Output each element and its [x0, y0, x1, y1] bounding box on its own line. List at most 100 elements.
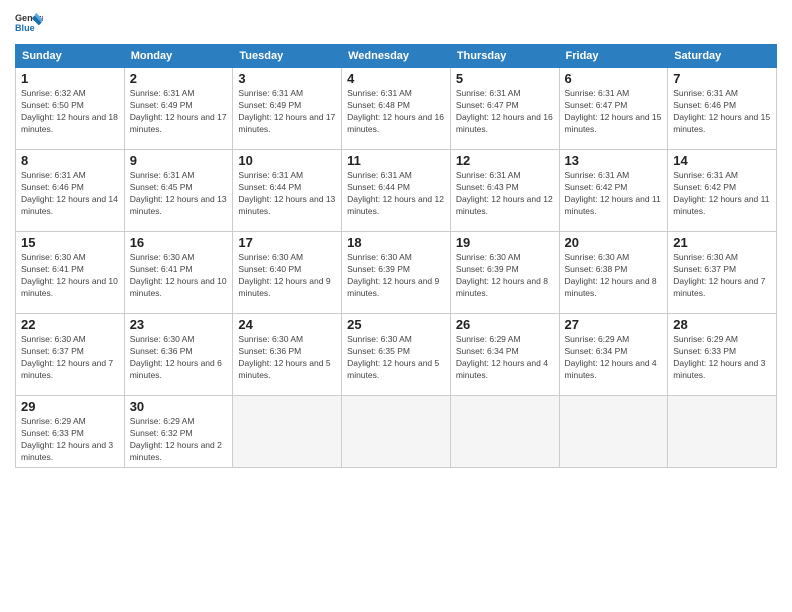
day-detail: Sunrise: 6:31 AM Sunset: 6:47 PM Dayligh…: [565, 88, 663, 136]
day-number: 6: [565, 71, 663, 86]
day-cell: [450, 396, 559, 468]
day-detail: Sunrise: 6:31 AM Sunset: 6:44 PM Dayligh…: [238, 170, 336, 218]
day-cell: 11 Sunrise: 6:31 AM Sunset: 6:44 PM Dayl…: [342, 150, 451, 232]
day-number: 17: [238, 235, 336, 250]
day-number: 12: [456, 153, 554, 168]
day-detail: Sunrise: 6:29 AM Sunset: 6:33 PM Dayligh…: [673, 334, 771, 382]
day-detail: Sunrise: 6:30 AM Sunset: 6:39 PM Dayligh…: [456, 252, 554, 300]
day-cell: 20 Sunrise: 6:30 AM Sunset: 6:38 PM Dayl…: [559, 232, 668, 314]
day-cell: 5 Sunrise: 6:31 AM Sunset: 6:47 PM Dayli…: [450, 68, 559, 150]
day-detail: Sunrise: 6:30 AM Sunset: 6:35 PM Dayligh…: [347, 334, 445, 382]
day-number: 19: [456, 235, 554, 250]
day-cell: [342, 396, 451, 468]
calendar-table: SundayMondayTuesdayWednesdayThursdayFrid…: [15, 44, 777, 468]
day-cell: [668, 396, 777, 468]
day-number: 28: [673, 317, 771, 332]
day-detail: Sunrise: 6:30 AM Sunset: 6:40 PM Dayligh…: [238, 252, 336, 300]
day-number: 13: [565, 153, 663, 168]
day-detail: Sunrise: 6:30 AM Sunset: 6:36 PM Dayligh…: [238, 334, 336, 382]
day-cell: 13 Sunrise: 6:31 AM Sunset: 6:42 PM Dayl…: [559, 150, 668, 232]
day-number: 22: [21, 317, 119, 332]
col-header-sunday: Sunday: [16, 45, 125, 68]
day-number: 30: [130, 399, 228, 414]
day-detail: Sunrise: 6:31 AM Sunset: 6:47 PM Dayligh…: [456, 88, 554, 136]
day-detail: Sunrise: 6:31 AM Sunset: 6:45 PM Dayligh…: [130, 170, 228, 218]
day-detail: Sunrise: 6:29 AM Sunset: 6:32 PM Dayligh…: [130, 416, 228, 464]
day-cell: 3 Sunrise: 6:31 AM Sunset: 6:49 PM Dayli…: [233, 68, 342, 150]
day-number: 2: [130, 71, 228, 86]
day-detail: Sunrise: 6:30 AM Sunset: 6:41 PM Dayligh…: [130, 252, 228, 300]
svg-text:Blue: Blue: [15, 23, 35, 33]
day-number: 24: [238, 317, 336, 332]
day-detail: Sunrise: 6:31 AM Sunset: 6:49 PM Dayligh…: [130, 88, 228, 136]
day-number: 3: [238, 71, 336, 86]
day-detail: Sunrise: 6:30 AM Sunset: 6:37 PM Dayligh…: [673, 252, 771, 300]
day-cell: 26 Sunrise: 6:29 AM Sunset: 6:34 PM Dayl…: [450, 314, 559, 396]
logo-icon: General Blue: [15, 10, 43, 38]
week-row-1: 1 Sunrise: 6:32 AM Sunset: 6:50 PM Dayli…: [16, 68, 777, 150]
week-row-5: 29 Sunrise: 6:29 AM Sunset: 6:33 PM Dayl…: [16, 396, 777, 468]
day-number: 16: [130, 235, 228, 250]
day-cell: 18 Sunrise: 6:30 AM Sunset: 6:39 PM Dayl…: [342, 232, 451, 314]
page: General Blue SundayMondayTuesdayWednesda…: [0, 0, 792, 612]
day-number: 29: [21, 399, 119, 414]
day-cell: 4 Sunrise: 6:31 AM Sunset: 6:48 PM Dayli…: [342, 68, 451, 150]
day-cell: 10 Sunrise: 6:31 AM Sunset: 6:44 PM Dayl…: [233, 150, 342, 232]
day-detail: Sunrise: 6:32 AM Sunset: 6:50 PM Dayligh…: [21, 88, 119, 136]
week-row-3: 15 Sunrise: 6:30 AM Sunset: 6:41 PM Dayl…: [16, 232, 777, 314]
day-number: 14: [673, 153, 771, 168]
day-cell: 14 Sunrise: 6:31 AM Sunset: 6:42 PM Dayl…: [668, 150, 777, 232]
day-detail: Sunrise: 6:31 AM Sunset: 6:46 PM Dayligh…: [673, 88, 771, 136]
day-number: 21: [673, 235, 771, 250]
day-cell: 28 Sunrise: 6:29 AM Sunset: 6:33 PM Dayl…: [668, 314, 777, 396]
col-header-wednesday: Wednesday: [342, 45, 451, 68]
day-number: 25: [347, 317, 445, 332]
day-detail: Sunrise: 6:31 AM Sunset: 6:48 PM Dayligh…: [347, 88, 445, 136]
day-number: 9: [130, 153, 228, 168]
col-header-saturday: Saturday: [668, 45, 777, 68]
week-row-4: 22 Sunrise: 6:30 AM Sunset: 6:37 PM Dayl…: [16, 314, 777, 396]
day-number: 20: [565, 235, 663, 250]
col-header-tuesday: Tuesday: [233, 45, 342, 68]
day-number: 18: [347, 235, 445, 250]
day-number: 4: [347, 71, 445, 86]
day-cell: 12 Sunrise: 6:31 AM Sunset: 6:43 PM Dayl…: [450, 150, 559, 232]
day-cell: 6 Sunrise: 6:31 AM Sunset: 6:47 PM Dayli…: [559, 68, 668, 150]
day-number: 15: [21, 235, 119, 250]
day-detail: Sunrise: 6:30 AM Sunset: 6:36 PM Dayligh…: [130, 334, 228, 382]
day-cell: 25 Sunrise: 6:30 AM Sunset: 6:35 PM Dayl…: [342, 314, 451, 396]
day-cell: [233, 396, 342, 468]
col-header-thursday: Thursday: [450, 45, 559, 68]
day-cell: 21 Sunrise: 6:30 AM Sunset: 6:37 PM Dayl…: [668, 232, 777, 314]
day-cell: 24 Sunrise: 6:30 AM Sunset: 6:36 PM Dayl…: [233, 314, 342, 396]
day-cell: 17 Sunrise: 6:30 AM Sunset: 6:40 PM Dayl…: [233, 232, 342, 314]
day-cell: 27 Sunrise: 6:29 AM Sunset: 6:34 PM Dayl…: [559, 314, 668, 396]
day-number: 23: [130, 317, 228, 332]
day-number: 8: [21, 153, 119, 168]
day-cell: 22 Sunrise: 6:30 AM Sunset: 6:37 PM Dayl…: [16, 314, 125, 396]
day-cell: 16 Sunrise: 6:30 AM Sunset: 6:41 PM Dayl…: [124, 232, 233, 314]
day-detail: Sunrise: 6:31 AM Sunset: 6:49 PM Dayligh…: [238, 88, 336, 136]
day-cell: 19 Sunrise: 6:30 AM Sunset: 6:39 PM Dayl…: [450, 232, 559, 314]
day-number: 1: [21, 71, 119, 86]
day-detail: Sunrise: 6:31 AM Sunset: 6:42 PM Dayligh…: [673, 170, 771, 218]
day-detail: Sunrise: 6:30 AM Sunset: 6:39 PM Dayligh…: [347, 252, 445, 300]
day-detail: Sunrise: 6:30 AM Sunset: 6:37 PM Dayligh…: [21, 334, 119, 382]
day-detail: Sunrise: 6:31 AM Sunset: 6:42 PM Dayligh…: [565, 170, 663, 218]
day-detail: Sunrise: 6:29 AM Sunset: 6:33 PM Dayligh…: [21, 416, 119, 464]
day-cell: 7 Sunrise: 6:31 AM Sunset: 6:46 PM Dayli…: [668, 68, 777, 150]
day-number: 27: [565, 317, 663, 332]
day-number: 10: [238, 153, 336, 168]
day-cell: 29 Sunrise: 6:29 AM Sunset: 6:33 PM Dayl…: [16, 396, 125, 468]
day-detail: Sunrise: 6:31 AM Sunset: 6:44 PM Dayligh…: [347, 170, 445, 218]
header: General Blue: [15, 10, 777, 38]
day-cell: 8 Sunrise: 6:31 AM Sunset: 6:46 PM Dayli…: [16, 150, 125, 232]
day-detail: Sunrise: 6:31 AM Sunset: 6:43 PM Dayligh…: [456, 170, 554, 218]
day-cell: [559, 396, 668, 468]
day-cell: 15 Sunrise: 6:30 AM Sunset: 6:41 PM Dayl…: [16, 232, 125, 314]
day-cell: 1 Sunrise: 6:32 AM Sunset: 6:50 PM Dayli…: [16, 68, 125, 150]
day-cell: 9 Sunrise: 6:31 AM Sunset: 6:45 PM Dayli…: [124, 150, 233, 232]
day-cell: 2 Sunrise: 6:31 AM Sunset: 6:49 PM Dayli…: [124, 68, 233, 150]
logo: General Blue: [15, 10, 43, 38]
day-detail: Sunrise: 6:30 AM Sunset: 6:38 PM Dayligh…: [565, 252, 663, 300]
